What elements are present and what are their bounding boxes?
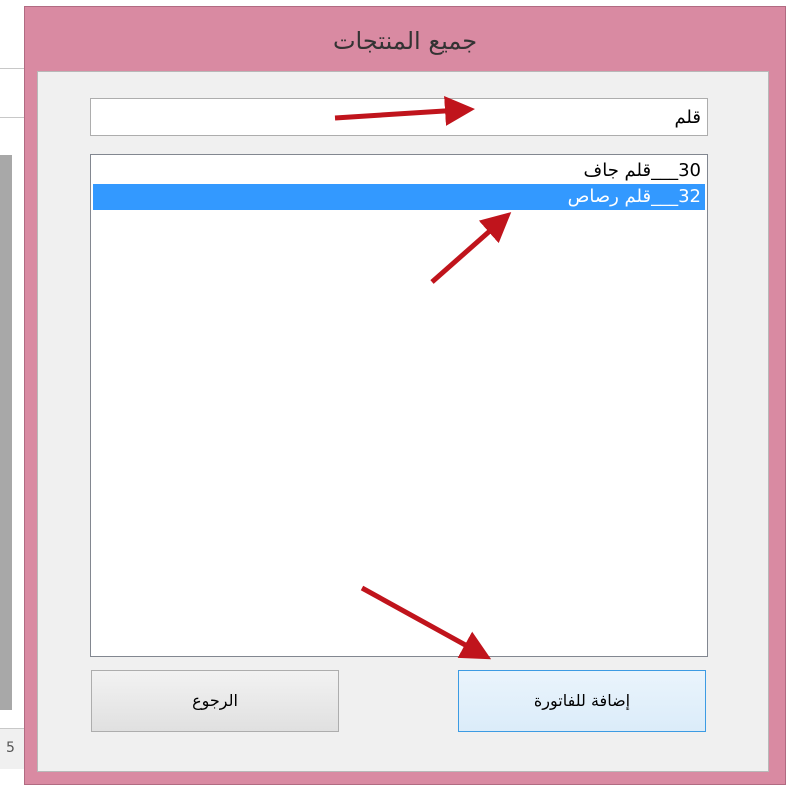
search-input[interactable] bbox=[90, 98, 708, 136]
product-name: قلم جاف bbox=[583, 160, 652, 181]
product-name: قلم رصاص bbox=[567, 186, 652, 207]
products-dialog: جميع المنتجات 30___قلم جاف 32___قلم رصاص… bbox=[24, 6, 786, 785]
product-id: 32 bbox=[678, 186, 701, 207]
products-list[interactable]: 30___قلم جاف 32___قلم رصاص bbox=[90, 154, 708, 657]
list-item-selected[interactable]: 32___قلم رصاص bbox=[93, 184, 705, 210]
background-partial-text: 5 bbox=[6, 740, 15, 756]
add-to-invoice-button[interactable]: إضافة للفاتورة bbox=[458, 670, 706, 732]
dialog-title: جميع المنتجات bbox=[332, 27, 478, 55]
dialog-content: 30___قلم جاف 32___قلم رصاص الرجوع إضافة … bbox=[37, 71, 769, 772]
back-button[interactable]: الرجوع bbox=[91, 670, 339, 732]
list-item[interactable]: 30___قلم جاف bbox=[93, 158, 705, 184]
background-divider bbox=[0, 68, 26, 69]
product-separator: ___ bbox=[651, 186, 679, 207]
background-divider bbox=[0, 117, 26, 118]
product-separator: ___ bbox=[651, 160, 679, 181]
product-id: 30 bbox=[678, 160, 701, 181]
background-panel bbox=[0, 155, 12, 710]
